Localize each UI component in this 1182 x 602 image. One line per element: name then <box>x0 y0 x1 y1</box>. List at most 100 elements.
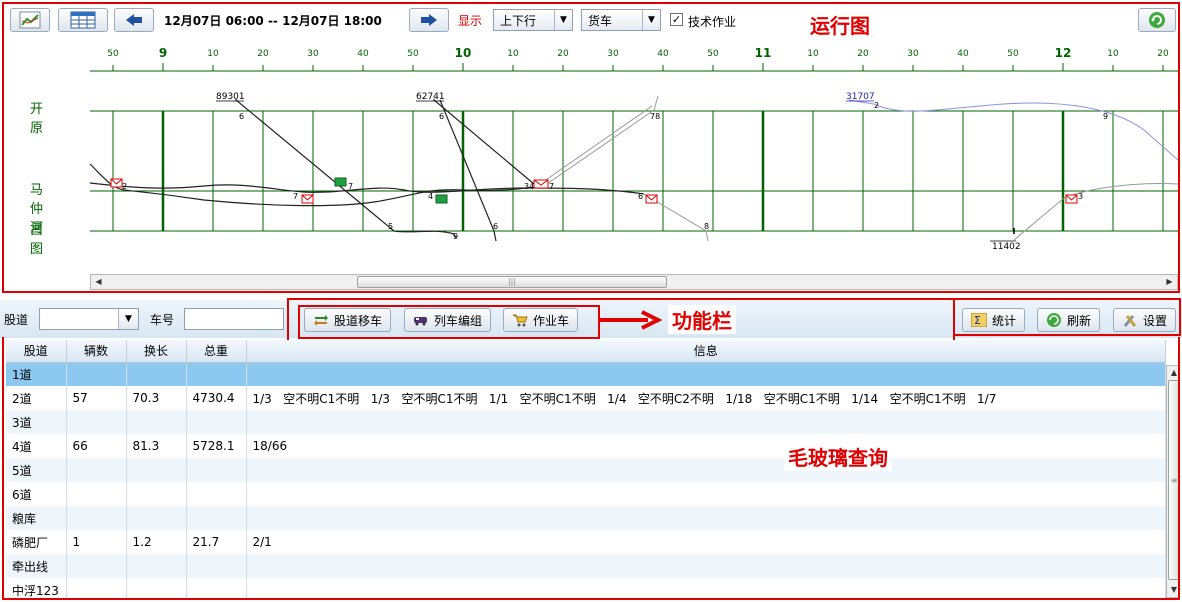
column-header[interactable]: 换长 <box>126 340 187 363</box>
weight-cell <box>186 554 247 578</box>
table-row[interactable]: 1道 <box>6 362 1166 386</box>
diagram-grid-svg: 50 10 20 30 40 50 10 20 30 40 50 10 20 3… <box>89 46 1178 252</box>
chevron-down-icon: ▼ <box>554 10 572 30</box>
train-type-select-value: 货车 <box>588 13 613 28</box>
info-cell <box>246 482 1166 506</box>
length-cell: 81.3 <box>126 434 187 458</box>
track-move-button[interactable]: 股道移车 <box>304 308 392 332</box>
track-filter-select[interactable]: ▼ <box>39 308 139 330</box>
table-row[interactable]: 磷肥厂 1 1.2 21.7 2/1 <box>6 530 1166 554</box>
weight-cell <box>186 410 247 434</box>
table-row[interactable]: 中浮123 <box>6 578 1166 598</box>
column-header[interactable]: 总重 <box>186 340 247 363</box>
chart-annotation-title: 运行图 <box>810 14 870 38</box>
info-cell: 18/66 <box>246 434 1166 458</box>
train-diagram-panel: 12月07日 06:00 -- 12月07日 18:00 显示 上下行 ▼ 货车… <box>2 2 1180 293</box>
table-vertical-scrollbar[interactable]: ▲ ≡ ▼ <box>1166 365 1178 598</box>
minute-tick-label: 10 <box>507 49 519 59</box>
table-row[interactable]: 6道 <box>6 482 1166 506</box>
info-cell <box>246 362 1166 386</box>
column-header[interactable]: 股道 <box>6 340 67 363</box>
table-row[interactable]: 3道 <box>6 410 1166 434</box>
chevron-down-icon[interactable]: ▼ <box>118 309 138 329</box>
info-cell <box>246 410 1166 434</box>
minute-tick-label: 10 <box>1107 49 1119 59</box>
length-cell <box>126 362 187 386</box>
length-cell <box>126 410 187 434</box>
train-compose-button[interactable]: 列车编组 <box>404 308 492 332</box>
scroll-down-icon[interactable]: ▼ <box>1167 583 1178 597</box>
direction-select[interactable]: 上下行 ▼ <box>493 9 573 31</box>
stop-minute-label: 6 <box>638 192 643 201</box>
info-cell <box>246 458 1166 482</box>
track-cell: 磷肥厂 <box>6 530 67 554</box>
svg-text:Σ: Σ <box>974 314 981 327</box>
track-cell: 2道 <box>6 386 67 410</box>
track-move-label: 股道移车 <box>334 313 383 328</box>
time-range-label: 12月07日 06:00 -- 12月07日 18:00 <box>164 14 382 28</box>
diagram-horizontal-scrollbar[interactable]: ◀ ||| ▶ <box>90 274 1178 290</box>
scroll-left-icon[interactable]: ◀ <box>91 275 106 289</box>
track-cell: 粮库 <box>6 506 67 530</box>
table-row[interactable]: 牵出线 <box>6 554 1166 578</box>
stop-minute-label: 7 <box>549 182 554 191</box>
track-cell: 1道 <box>6 362 67 386</box>
refresh-icon <box>1047 313 1061 327</box>
stop-minute-label: 5 <box>388 222 393 231</box>
settings-button[interactable]: 设置 <box>1113 308 1177 332</box>
axis-ticks <box>112 63 1164 71</box>
count-cell: 57 <box>66 386 127 410</box>
train-number-label: 11402 <box>992 242 1021 252</box>
minute-tick-label: 30 <box>607 49 619 59</box>
stop-minute-label: 34 <box>524 182 534 191</box>
table-row[interactable]: 粮库 <box>6 506 1166 530</box>
scroll-thumb[interactable]: ≡ <box>1168 380 1178 580</box>
count-cell <box>66 578 127 598</box>
scroll-thumb[interactable]: ||| <box>357 276 667 288</box>
train-number-label: 31707 <box>846 92 875 102</box>
stop-minute-label: 7 <box>293 192 298 201</box>
length-cell <box>126 578 187 598</box>
work-car-button[interactable]: 作业车 <box>503 308 579 332</box>
table-view-button[interactable] <box>58 8 108 32</box>
weight-cell: 4730.4 <box>186 386 247 410</box>
tech-work-checkbox[interactable]: ✓ <box>670 13 683 26</box>
station-lines <box>90 110 1178 232</box>
info-cell <box>246 554 1166 578</box>
train-type-select[interactable]: 货车 ▼ <box>581 9 661 31</box>
cart-icon <box>512 314 528 327</box>
column-header[interactable]: 信息 <box>246 340 1166 363</box>
table-row[interactable]: 5道 <box>6 458 1166 482</box>
prev-period-button[interactable] <box>114 8 154 32</box>
hour-tick-label: 10 <box>455 46 472 60</box>
train-number-label: 62741 <box>416 92 445 102</box>
work-car-label: 作业车 <box>533 313 570 328</box>
track-filter-label: 股道 <box>4 313 29 327</box>
refresh-button[interactable]: 刷新 <box>1037 308 1101 332</box>
minute-tick-label: 20 <box>257 49 269 59</box>
scroll-right-icon[interactable]: ▶ <box>1162 275 1177 289</box>
train-number-label: 89301 <box>216 92 245 102</box>
swap-icon <box>314 315 328 326</box>
statistics-button[interactable]: Σ 统计 <box>962 308 1026 332</box>
chart-view-button[interactable] <box>10 8 50 32</box>
track-cell: 5道 <box>6 458 67 482</box>
stop-minute-label: 6 <box>493 222 498 231</box>
table-row[interactable]: 4道 66 81.3 5728.1 18/66 <box>6 434 1166 458</box>
scroll-up-icon[interactable]: ▲ <box>1167 366 1178 380</box>
table-row[interactable]: 2道 57 70.3 4730.4 1/3 空不明C1不明 1/3 空不明C1不明 1/… <box>6 386 1166 410</box>
glass-query-annotation: 毛玻璃查询 <box>784 442 892 471</box>
car-number-input[interactable] <box>184 308 284 330</box>
count-cell <box>66 506 127 530</box>
info-cell <box>246 506 1166 530</box>
info-cell <box>246 578 1166 598</box>
refresh-diagram-button[interactable] <box>1138 8 1176 32</box>
stop-minute-label: 6 <box>439 112 444 121</box>
stop-minute-label: 78 <box>650 112 660 121</box>
stop-minute-label: 7 <box>348 182 353 191</box>
track-cell: 牵出线 <box>6 554 67 578</box>
next-period-button[interactable] <box>409 8 449 32</box>
tech-work-label: 技术作业 <box>688 15 737 29</box>
refresh-icon <box>1149 12 1165 28</box>
column-header[interactable]: 辆数 <box>66 340 127 363</box>
